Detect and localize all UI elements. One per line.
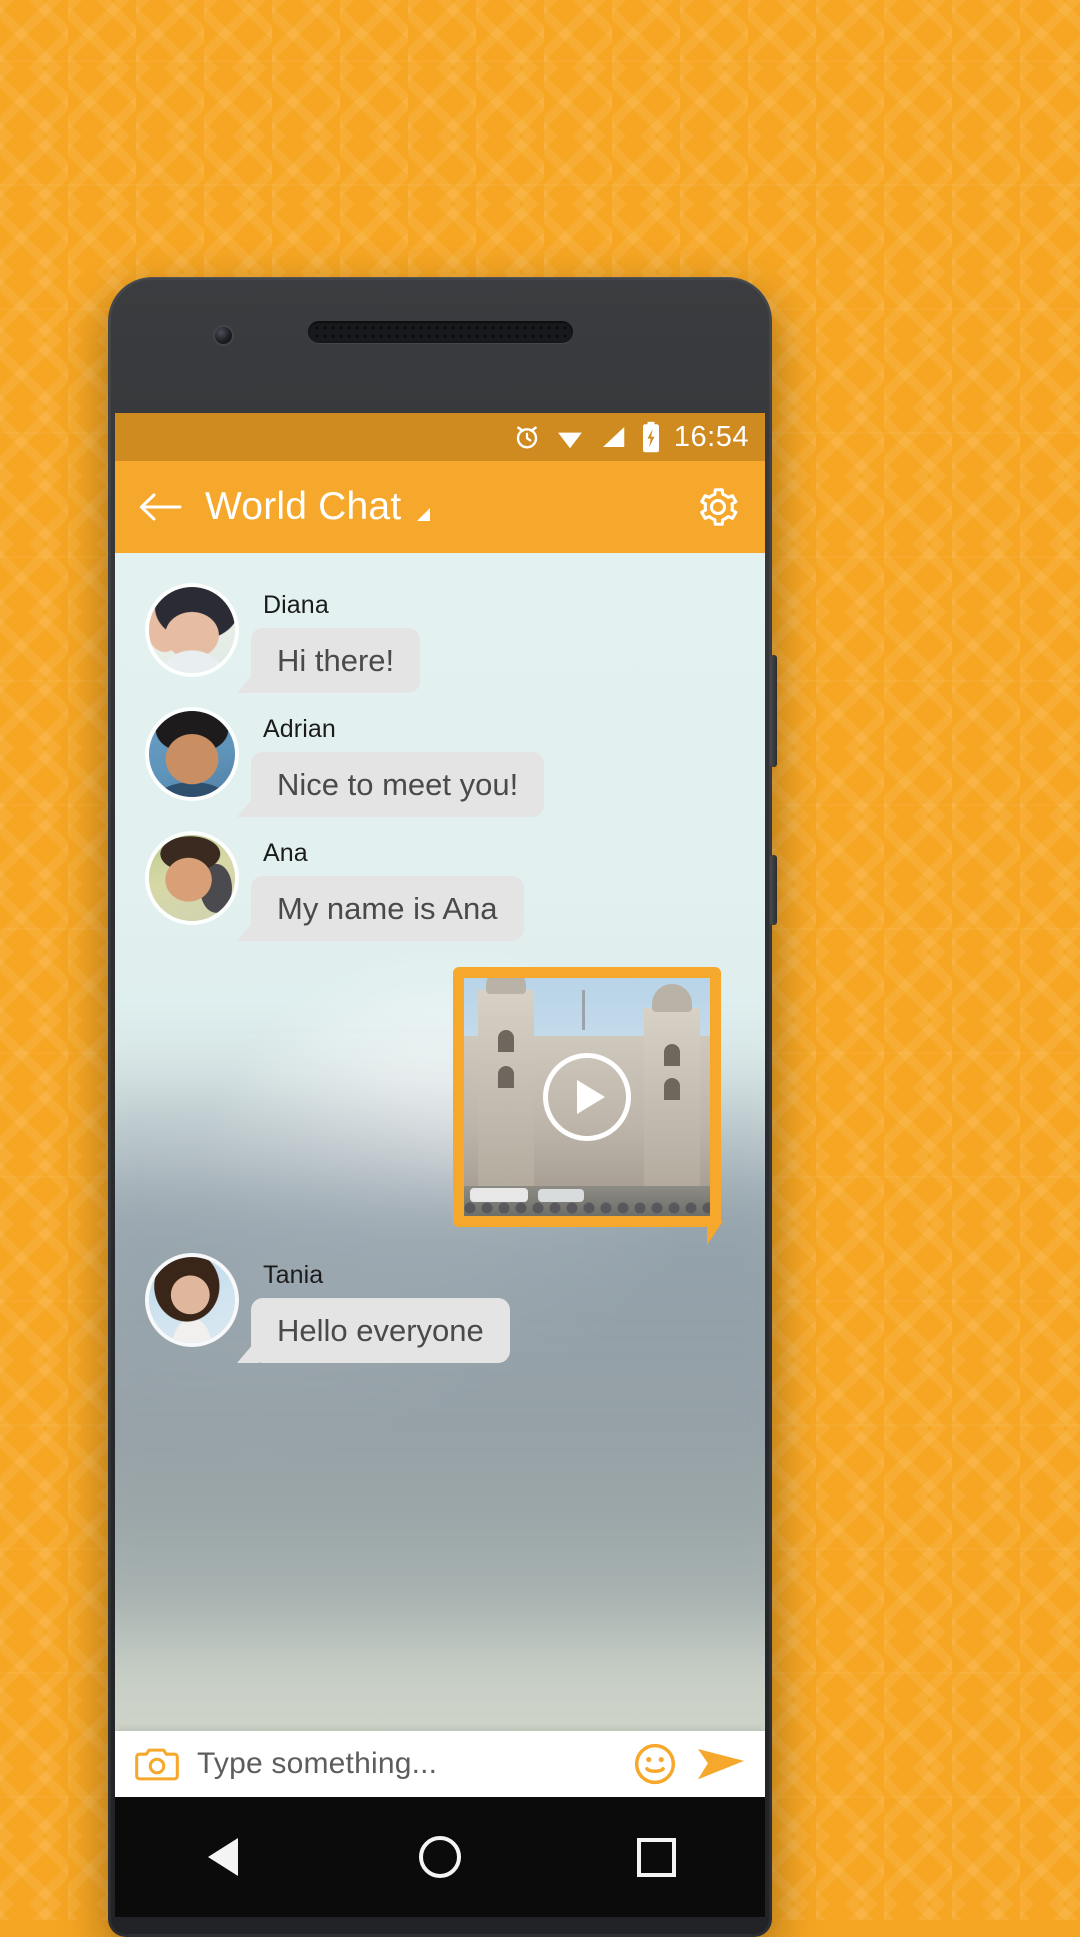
video-message-row[interactable] xyxy=(115,941,765,1245)
status-bar: 16:54 xyxy=(115,413,765,461)
message-sender: Ana xyxy=(263,839,308,867)
back-arrow-icon[interactable] xyxy=(137,484,183,530)
page-title: World Chat xyxy=(205,485,402,528)
avatar[interactable] xyxy=(149,587,235,673)
message-row[interactable]: Adrian Nice to meet you! xyxy=(115,693,765,817)
phone-device: 16:54 World Chat Diana Hi there! Adrian … xyxy=(108,277,777,1937)
message-sender: Tania xyxy=(263,1261,324,1289)
wifi-icon xyxy=(554,422,586,452)
avatar[interactable] xyxy=(149,1257,235,1343)
video-thumbnail[interactable] xyxy=(453,967,721,1227)
camera-icon[interactable] xyxy=(133,1740,181,1788)
android-navigation-bar xyxy=(115,1797,765,1917)
chevron-down-icon[interactable] xyxy=(417,507,431,521)
app-bar: World Chat xyxy=(115,461,765,553)
message-bubble[interactable]: Hello everyone xyxy=(237,1298,510,1363)
avatar[interactable] xyxy=(149,711,235,797)
earpiece-speaker xyxy=(308,321,573,343)
bubble-tail xyxy=(707,1221,723,1245)
nav-back-button[interactable] xyxy=(200,1834,246,1880)
message-row[interactable]: Ana My name is Ana xyxy=(115,817,765,941)
nav-home-button[interactable] xyxy=(417,1834,463,1880)
smiley-icon[interactable] xyxy=(631,1740,679,1788)
phone-screen: 16:54 World Chat Diana Hi there! Adrian … xyxy=(115,413,765,1797)
front-camera xyxy=(215,327,232,344)
alarm-icon xyxy=(512,422,542,452)
message-bubble[interactable]: Hi there! xyxy=(236,628,421,693)
chat-message-list[interactable]: Diana Hi there! Adrian Nice to meet you! xyxy=(115,553,765,1731)
message-sender: Diana xyxy=(263,591,329,619)
gear-icon[interactable] xyxy=(693,482,743,532)
volume-button[interactable] xyxy=(770,655,777,767)
message-row[interactable]: Diana Hi there! xyxy=(115,569,765,693)
nav-recents-button[interactable] xyxy=(634,1834,680,1880)
avatar[interactable] xyxy=(149,835,235,921)
message-row[interactable]: Tania Hello everyone xyxy=(115,1227,765,1363)
message-composer[interactable]: Type something... xyxy=(115,1731,765,1797)
power-button[interactable] xyxy=(770,855,777,925)
message-sender: Adrian xyxy=(263,715,336,743)
message-bubble[interactable]: Nice to meet you! xyxy=(236,752,545,817)
send-icon[interactable] xyxy=(695,1740,747,1788)
message-bubble[interactable]: My name is Ana xyxy=(237,876,524,941)
signal-icon xyxy=(598,422,628,452)
message-input-placeholder[interactable]: Type something... xyxy=(197,1747,631,1781)
battery-charging-icon xyxy=(640,421,662,453)
play-icon[interactable] xyxy=(543,1053,631,1141)
status-time: 16:54 xyxy=(673,420,749,453)
